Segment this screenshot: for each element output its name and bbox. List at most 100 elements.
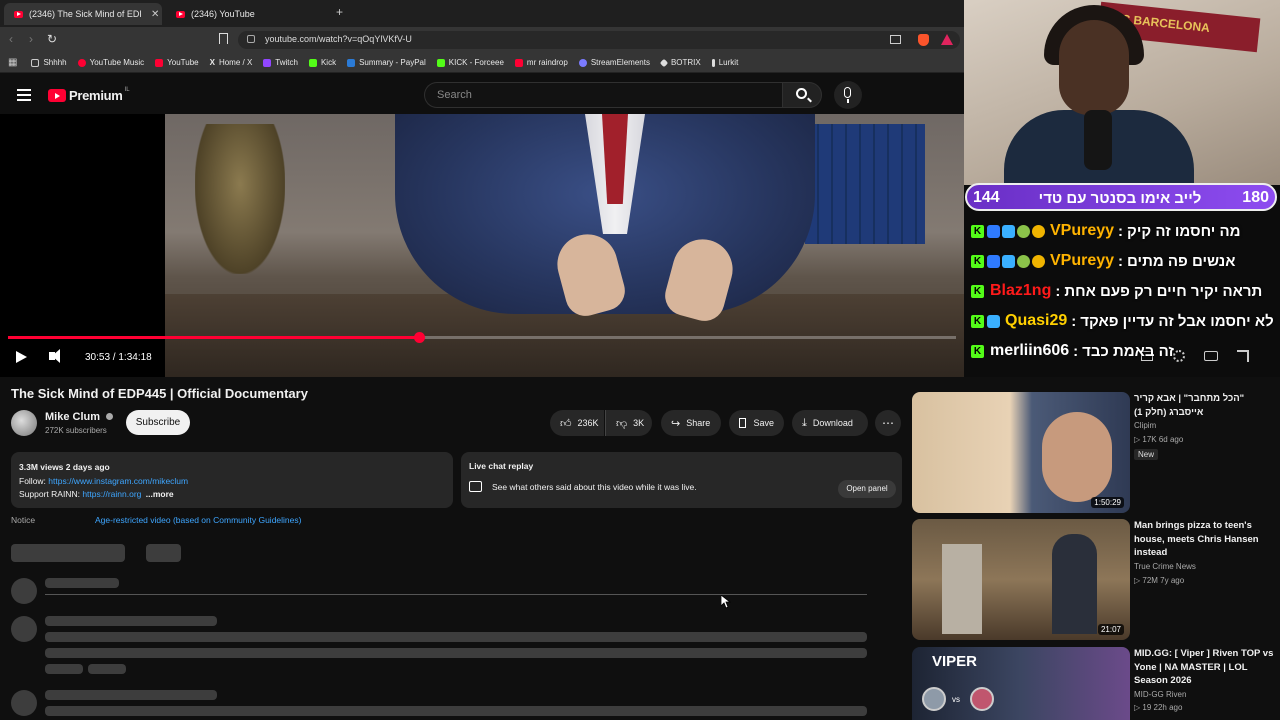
chat-message: K Quasi29 : לא יחסמו אבל זה עדיין פאקד	[971, 310, 1279, 332]
chat-username: VPureyy	[1050, 252, 1115, 269]
bookmark-youtube-music[interactable]: YouTube Music	[77, 58, 144, 67]
site-info-icon[interactable]	[247, 35, 255, 43]
bookmark-youtube[interactable]: YouTube	[155, 58, 199, 67]
leaf-badge-icon	[1017, 224, 1030, 238]
chat-message: K merliin606 : זה באמת כבד	[971, 340, 1279, 362]
back-icon[interactable]: ‹	[9, 32, 13, 46]
thumbnail-text: VIPER	[932, 653, 978, 670]
video-duration: 1:50:29	[1091, 497, 1124, 508]
open-panel-button[interactable]: Open panel	[838, 480, 896, 498]
kick-badge-icon: K	[971, 314, 984, 328]
follow-line: Follow: https://www.instagram.com/mikecl…	[19, 475, 189, 486]
premium-wordmark: Premium	[69, 88, 123, 103]
close-tab-icon[interactable]: ✕	[151, 9, 159, 20]
kick-icon	[308, 58, 317, 67]
more-link[interactable]: ...more	[146, 489, 174, 499]
tab-title: (2346) YouTube	[191, 9, 255, 19]
chat-text: מה יחסמו זה קיק	[1127, 222, 1241, 240]
dislike-button[interactable]: 👎︎ 3K	[605, 410, 652, 436]
share-arrow-icon: ↪	[671, 417, 681, 430]
bookmark-kick-forceee[interactable]: KICK - Forceee	[436, 58, 504, 67]
download-button[interactable]: ⤓ Download	[792, 410, 868, 436]
kick-badge-icon: K	[971, 254, 984, 268]
youtube-music-icon	[77, 58, 86, 67]
versus-text: vs	[952, 695, 960, 704]
bookmark-lurkit[interactable]: Lurkit	[711, 58, 738, 67]
gem-badge-icon	[987, 314, 1000, 328]
region-code: IL	[124, 86, 130, 93]
progress-scrubber[interactable]	[414, 332, 425, 343]
stream-title: לייב אימו בסנטר עם טדי	[1038, 190, 1202, 207]
rainn-link[interactable]: https://rainn.org	[82, 489, 141, 499]
recommendation-title[interactable]: Man brings pizza to teen's house, meets …	[1134, 519, 1274, 560]
webcam-overlay: FC BARCELONA	[964, 0, 1280, 185]
skeleton-placeholder	[45, 648, 867, 658]
voice-search-button[interactable]	[834, 81, 862, 109]
bookmark-x[interactable]: X Home / X	[210, 58, 253, 67]
recommendation-thumbnail[interactable]: 21:07	[912, 519, 1130, 640]
chat-separator: :	[1118, 222, 1124, 240]
channel-avatar[interactable]	[11, 410, 37, 436]
chat-separator: :	[1118, 252, 1124, 270]
share-button[interactable]: ↪ Share	[661, 410, 721, 436]
brave-rewards-icon[interactable]	[941, 34, 953, 45]
recommendation-thumbnail[interactable]: VIPER vs	[912, 647, 1130, 720]
live-chat-replay-card: Live chat replay See what others said ab…	[461, 452, 902, 508]
recommendation-thumbnail[interactable]: 1:50:29	[912, 392, 1130, 513]
recommendation-title[interactable]: "הכל מתחבר" | אבא קריר אייסברג (חלק 1)	[1134, 392, 1274, 419]
menu-icon[interactable]	[17, 89, 31, 101]
reload-icon[interactable]: ↻	[47, 32, 57, 46]
browser-tab-active[interactable]: (2346) The Sick Mind of EDP445 ✕	[4, 3, 162, 25]
bookmark-page-icon[interactable]	[219, 33, 228, 44]
twitch-icon	[263, 58, 272, 67]
recommendation-channel[interactable]: True Crime News	[1134, 562, 1196, 571]
brave-shield-icon[interactable]	[918, 34, 929, 46]
youtube-logo[interactable]: Premium IL	[48, 86, 130, 103]
download-icon: ⤓	[802, 416, 807, 429]
forward-icon[interactable]: ›	[29, 32, 33, 46]
play-icon[interactable]	[16, 351, 27, 363]
chat-text: לא יחסמו אבל זה עדיין פאקד	[1080, 312, 1274, 330]
cast-icon[interactable]	[890, 35, 901, 44]
more-actions-icon[interactable]: ⋯	[875, 410, 901, 436]
gem-badge-icon	[1002, 224, 1015, 238]
recommendation-channel[interactable]: MID-GG Riven	[1134, 690, 1186, 699]
bookmark-mr-raindrop[interactable]: mr raindrop	[514, 58, 568, 67]
instagram-link[interactable]: https://www.instagram.com/mikeclum	[48, 476, 188, 486]
bookmark-botrix[interactable]: BOTRIX	[659, 58, 701, 67]
bookmark-twitch[interactable]: Twitch	[263, 58, 298, 67]
bookmark-shhhh[interactable]: Shhhh	[31, 58, 67, 67]
description-box[interactable]: 3.3M views 2 days ago Follow: https://ww…	[11, 452, 453, 508]
time-display: 30:53 / 1:34:18	[85, 352, 152, 363]
chat-message: K VPureyy : אנשים פה מתים	[971, 250, 1279, 272]
kick-badge-icon: K	[971, 344, 984, 358]
age-restriction-notice[interactable]: Age-restricted video (based on Community…	[95, 515, 301, 525]
skeleton-avatar	[11, 578, 37, 604]
browser-tab[interactable]: (2346) YouTube	[166, 3, 324, 25]
save-button[interactable]: Save	[729, 410, 784, 436]
recommendation-title[interactable]: MID.GG: [ Viper ] Riven TOP vs Yone | NA…	[1134, 647, 1274, 688]
skeleton-avatar	[11, 616, 37, 642]
address-bar[interactable]: youtube.com/watch?v=qOqYlVKfV-U	[238, 31, 960, 49]
search-input[interactable]: Search	[424, 82, 782, 108]
bookmark-kick[interactable]: Kick	[308, 58, 336, 67]
chat-separator: :	[1073, 342, 1079, 360]
recommendation-channel[interactable]: Clipim	[1134, 421, 1156, 430]
bookmark-paypal[interactable]: Summary - PayPal	[347, 58, 426, 67]
subscribe-button[interactable]: Subscribe	[126, 410, 190, 435]
browser-tab-bar: (2346) The Sick Mind of EDP445 ✕ (2346) …	[0, 0, 964, 27]
youtube-favicon-icon	[14, 10, 23, 18]
like-button[interactable]: 👍︎ 236K	[550, 410, 604, 436]
search-button[interactable]	[782, 82, 822, 108]
lurkit-icon	[711, 58, 715, 67]
bookmarks-bar: ▦ Shhhh YouTube Music YouTube X Home / X …	[0, 53, 964, 73]
video-title: The Sick Mind of EDP445 | Official Docum…	[11, 386, 308, 401]
apps-grid-icon[interactable]: ▦	[8, 57, 17, 68]
new-tab-button[interactable]: +	[336, 5, 343, 19]
bookmark-streamelements[interactable]: StreamElements	[578, 58, 650, 67]
thumbs-down-icon: 👎︎	[616, 417, 628, 430]
channel-name[interactable]: Mike Clum	[45, 411, 114, 423]
chat-username: Quasi29	[1005, 312, 1068, 329]
chat-message: K VPureyy : מה יחסמו זה קיק	[971, 220, 1279, 242]
skeleton-placeholder	[45, 632, 867, 642]
